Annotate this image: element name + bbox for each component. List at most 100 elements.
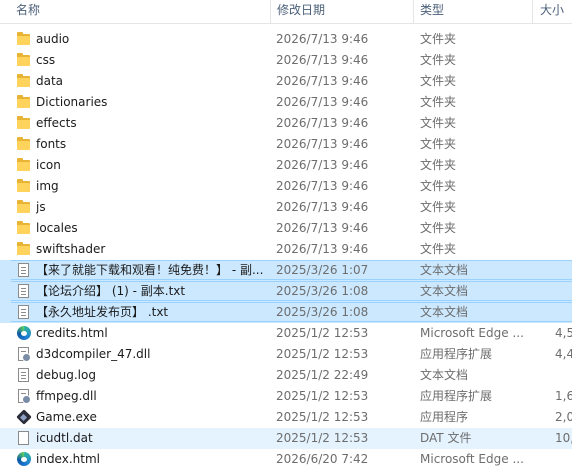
file-icon-cell: [16, 281, 33, 302]
folder-icon: [16, 221, 32, 236]
file-row[interactable]: credits.html 2025/1/2 12:53 Microsoft Edge…: [0, 323, 572, 344]
column-header-size[interactable]: 大小: [540, 0, 572, 23]
file-type: DAT 文件: [420, 431, 472, 445]
file-icon-cell: [16, 155, 33, 176]
file-name: audio: [36, 32, 70, 46]
file-row[interactable]: index.html 2026/6/20 7:42 Microsoft Edge .…: [0, 449, 572, 470]
file-name: debug.log: [36, 368, 96, 382]
file-type: 文件夹: [420, 179, 457, 193]
file-icon-cell: [16, 197, 33, 218]
file-row[interactable]: audio 2026/7/13 9:46 文件夹: [0, 29, 572, 50]
file-size: [555, 218, 572, 239]
file-row[interactable]: img 2026/7/13 9:46 文件夹: [0, 176, 572, 197]
file-size: [555, 134, 572, 155]
file-modified-date: 2026/7/13 9:46: [276, 179, 369, 193]
column-divider[interactable]: [270, 0, 271, 23]
text-document-icon: [16, 263, 32, 278]
file-modified-date: 2026/7/13 9:46: [276, 95, 369, 109]
file-type: 文件夹: [420, 116, 457, 130]
file-icon-cell: [16, 302, 33, 323]
file-size: [555, 281, 572, 302]
file-icon-cell: [16, 407, 33, 428]
file-modified-date: 2026/7/13 9:46: [276, 116, 369, 130]
file-row[interactable]: icon 2026/7/13 9:46 文件夹: [0, 155, 572, 176]
file-row[interactable]: js 2026/7/13 9:46 文件夹: [0, 197, 572, 218]
file-row[interactable]: 【论坛介绍】 (1) - 副本.txt 2025/3/26 1:08 文本文档: [0, 281, 572, 302]
file-modified-date: 2025/1/2 22:49: [276, 368, 369, 382]
file-type: 应用程序: [420, 410, 469, 424]
file-icon-cell: [16, 428, 33, 449]
file-modified-date: 2025/1/2 12:53: [276, 431, 369, 445]
file-size: [555, 50, 572, 71]
file-type: 文件夹: [420, 32, 457, 46]
file-name: img: [36, 179, 59, 193]
file-name: Dictionaries: [36, 95, 108, 109]
file-type: 文本文档: [420, 284, 469, 298]
file-row[interactable]: Game.exe 2025/1/2 12:53 应用程序 2,0: [0, 407, 572, 428]
file-name: 【永久地址发布页】 .txt: [36, 305, 169, 319]
file-row[interactable]: effects 2026/7/13 9:46 文件夹: [0, 113, 572, 134]
file-row[interactable]: swiftshader 2026/7/13 9:46 文件夹: [0, 239, 572, 260]
file-row[interactable]: locales 2026/7/13 9:46 文件夹: [0, 218, 572, 239]
file-size: [555, 365, 572, 386]
file-row[interactable]: fonts 2026/7/13 9:46 文件夹: [0, 134, 572, 155]
column-header-name[interactable]: 名称: [16, 0, 266, 23]
file-type: 文件夹: [420, 158, 457, 172]
text-document-icon: [16, 368, 32, 383]
file-size: 2,0: [555, 410, 572, 424]
file-row[interactable]: debug.log 2025/1/2 22:49 文本文档: [0, 365, 572, 386]
file-name: css: [36, 53, 56, 67]
file-name: icon: [36, 158, 61, 172]
column-header-date[interactable]: 修改日期: [277, 0, 407, 23]
file-row[interactable]: icudtl.dat 2025/1/2 12:53 DAT 文件 10,2: [0, 428, 572, 449]
file-icon-cell: [16, 92, 33, 113]
file-modified-date: 2025/3/26 1:07: [276, 263, 369, 277]
edge-icon: [16, 452, 32, 467]
file-size: [555, 449, 572, 470]
file-modified-date: 2026/7/13 9:46: [276, 242, 369, 256]
file-row[interactable]: 【来了就能下载和观看！纯免费！】 - 副... 2025/3/26 1:07 文本文…: [0, 260, 572, 281]
file-row[interactable]: css 2026/7/13 9:46 文件夹: [0, 50, 572, 71]
file-type: 文件夹: [420, 137, 457, 151]
file-size: 10,2: [555, 431, 572, 445]
dll-icon: [16, 389, 32, 404]
file-type: 文本文档: [420, 305, 469, 319]
folder-icon: [16, 32, 32, 47]
file-name: locales: [36, 221, 78, 235]
file-row[interactable]: Dictionaries 2026/7/13 9:46 文件夹: [0, 92, 572, 113]
file-icon-cell: [16, 176, 33, 197]
file-size: [555, 260, 572, 281]
column-divider[interactable]: [532, 0, 533, 23]
file-icon-cell: [16, 218, 33, 239]
file-type: 文本文档: [420, 368, 469, 382]
file-name: credits.html: [36, 326, 108, 340]
file-type: 文件夹: [420, 200, 457, 214]
file-row[interactable]: ffmpeg.dll 2025/1/2 12:53 应用程序扩展 1,6: [0, 386, 572, 407]
dll-icon: [16, 347, 32, 362]
folder-icon: [16, 116, 32, 131]
file-size: 4,5: [555, 326, 572, 340]
file-icon-cell: [16, 344, 33, 365]
column-header-type[interactable]: 类型: [420, 0, 530, 23]
file-icon-cell: [16, 239, 33, 260]
file-row[interactable]: 【永久地址发布页】 .txt 2025/3/26 1:08 文本文档: [0, 302, 572, 323]
file-row[interactable]: data 2026/7/13 9:46 文件夹: [0, 71, 572, 92]
file-size: [555, 239, 572, 260]
file-type: Microsoft Edge ...: [420, 452, 524, 466]
file-name: fonts: [36, 137, 67, 151]
text-document-icon: [16, 284, 32, 299]
column-divider[interactable]: [413, 0, 414, 23]
file-icon-cell: [16, 386, 33, 407]
file-name: swiftshader: [36, 242, 106, 256]
document-icon: [16, 431, 32, 446]
file-modified-date: 2026/7/13 9:46: [276, 74, 369, 88]
file-icon-cell: [16, 365, 33, 386]
file-type: 文件夹: [420, 53, 457, 67]
file-modified-date: 2026/7/13 9:46: [276, 200, 369, 214]
file-size: 1,6: [555, 389, 572, 403]
file-row[interactable]: d3dcompiler_47.dll 2025/1/2 12:53 应用程序扩展 4,…: [0, 344, 572, 365]
folder-icon: [16, 179, 32, 194]
file-icon-cell: [16, 134, 33, 155]
file-icon-cell: [16, 71, 33, 92]
column-header-bar: ^ 名称 修改日期 类型 大小: [0, 0, 572, 24]
